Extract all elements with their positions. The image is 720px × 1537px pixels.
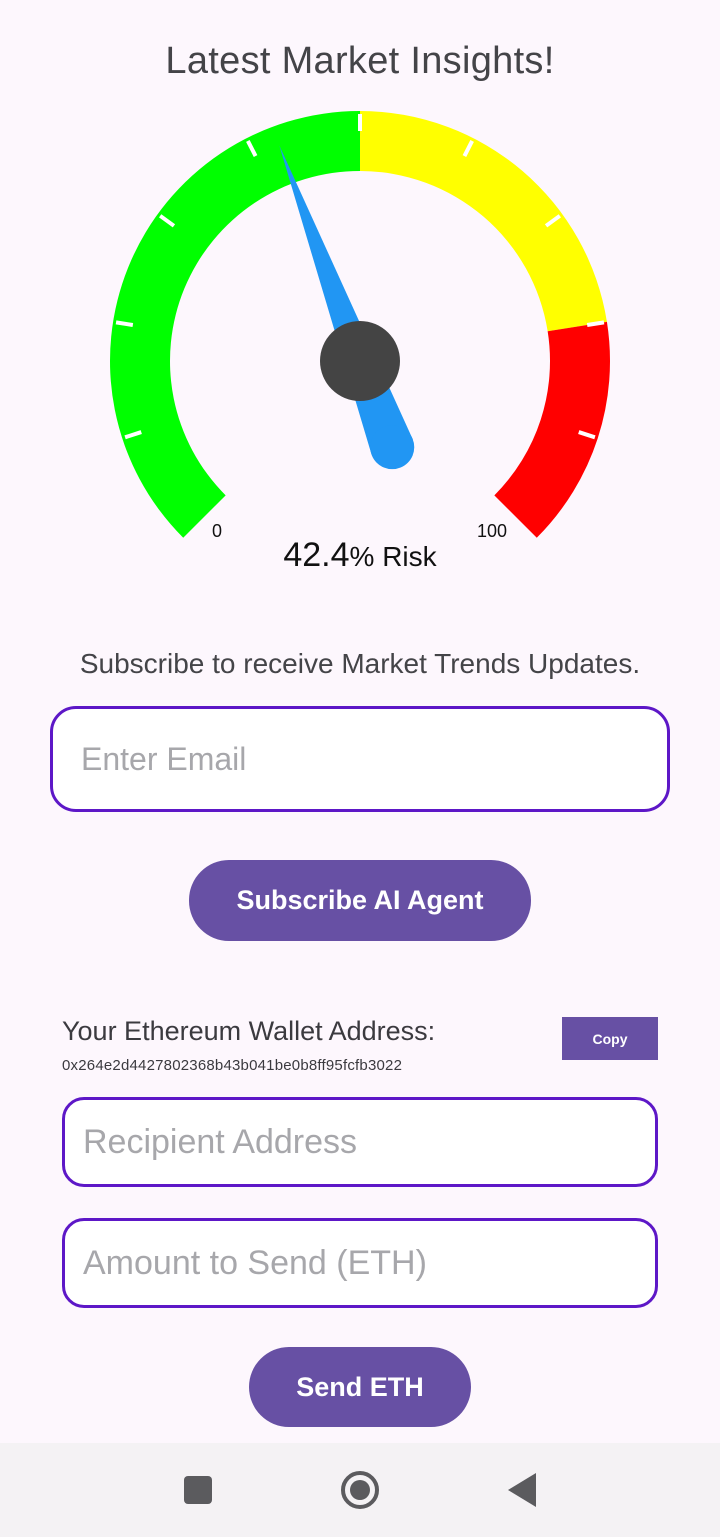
home-icon[interactable] bbox=[340, 1470, 380, 1510]
amount-field[interactable] bbox=[62, 1218, 658, 1308]
gauge-needle-tail bbox=[370, 425, 415, 470]
back-icon[interactable] bbox=[508, 1473, 536, 1507]
recents-icon[interactable] bbox=[184, 1476, 212, 1504]
gauge-hub bbox=[320, 321, 400, 401]
recipient-address-field[interactable] bbox=[62, 1097, 658, 1187]
send-eth-button[interactable]: Send ETH bbox=[249, 1347, 471, 1427]
wallet-address: 0x264e2d4427802368b43b041be0b8ff95fcfb30… bbox=[62, 1057, 403, 1074]
copy-button[interactable]: Copy bbox=[562, 1017, 658, 1060]
subscribe-prompt: Subscribe to receive Market Trends Updat… bbox=[79, 648, 641, 679]
email-field[interactable] bbox=[50, 706, 670, 812]
wallet-label: Your Ethereum Wallet Address: bbox=[62, 1016, 436, 1046]
risk-value: 42.4 bbox=[283, 536, 350, 574]
risk-readout: 42.4% Risk bbox=[0, 536, 720, 575]
gauge-zone-2 bbox=[494, 321, 610, 538]
system-nav-bar bbox=[0, 1443, 720, 1537]
gauge-zone-0 bbox=[109, 111, 360, 538]
gauge-needle bbox=[279, 145, 413, 455]
gauge-tick bbox=[115, 320, 134, 327]
risk-unit: % Risk bbox=[349, 541, 437, 572]
risk-gauge: 0 100 bbox=[109, 111, 610, 541]
subscribe-button[interactable]: Subscribe AI Agent bbox=[189, 860, 531, 941]
gauge-zone-1 bbox=[360, 111, 607, 332]
gauge-tick bbox=[586, 320, 605, 327]
